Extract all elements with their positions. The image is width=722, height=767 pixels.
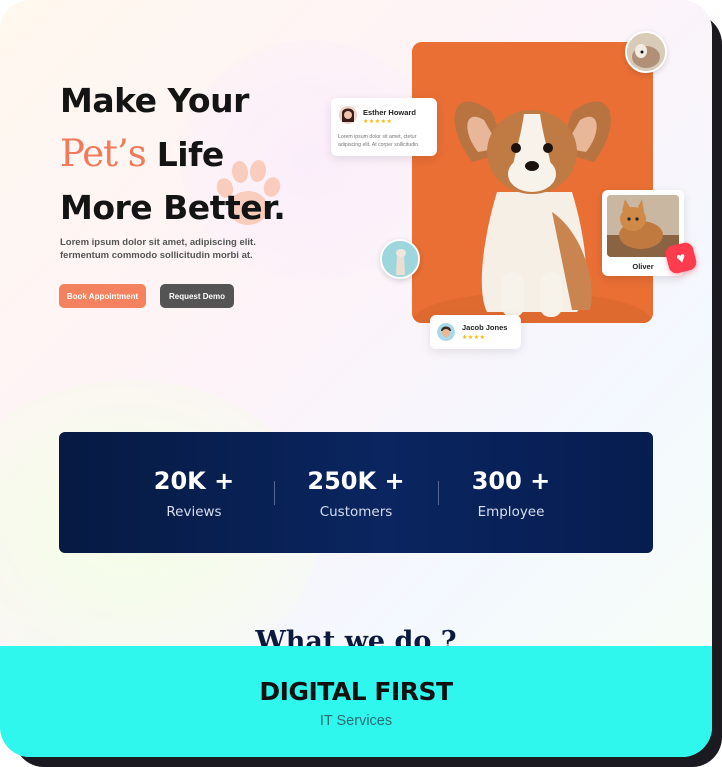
- review-card: Jacob Jones ★★★★: [430, 315, 521, 349]
- hero-title-line: Pet’s Life: [60, 127, 285, 181]
- book-appointment-button[interactable]: Book Appointment: [59, 284, 146, 308]
- stat-divider: [438, 481, 439, 505]
- llama-avatar: [380, 239, 420, 279]
- puppy-illustration: [412, 42, 653, 323]
- guinea-pig-avatar: [625, 31, 667, 73]
- hero-description: Lorem ipsum dolor sit amet, adipiscing e…: [60, 237, 256, 261]
- review-card: Esther Howard ★★★★★ Lorem ipsum dolor si…: [331, 98, 437, 156]
- review-text: Lorem ipsum dolor sit amet, ctetur adipi…: [338, 134, 420, 148]
- stat-reviews: 20K + Reviews: [134, 432, 254, 553]
- rating-stars: ★★★★★: [363, 119, 393, 125]
- banner-subtitle: IT Services: [319, 713, 393, 729]
- stat-value: 250K +: [307, 467, 405, 495]
- stat-label: Reviews: [166, 504, 222, 520]
- hero-title: Make Your Pet’s Life More Better.: [60, 74, 286, 234]
- stat-customers: 250K + Customers: [296, 432, 416, 553]
- hero-title-accent: Pet’s: [60, 132, 147, 175]
- stat-employee: 300 + Employee: [451, 432, 571, 553]
- stat-label: Customers: [319, 504, 393, 520]
- stat-label: Employee: [477, 504, 545, 520]
- brand-banner: DIGITAL FIRST IT Services: [0, 646, 712, 757]
- rating-stars: ★★★★: [462, 335, 486, 341]
- stats-banner: 20K + Reviews 250K + Customers 300 + Emp…: [59, 432, 653, 553]
- stat-value: 20K +: [153, 467, 235, 495]
- reviewer-avatar: [339, 106, 357, 124]
- hero-title-line: Make Your: [60, 81, 249, 120]
- banner-title: DIGITAL FIRST: [259, 677, 453, 706]
- hero-title-word: Life: [145, 135, 225, 174]
- stat-divider: [274, 481, 275, 505]
- reviewer-name: Esther Howard: [363, 108, 416, 117]
- request-demo-button[interactable]: Request Demo: [160, 284, 234, 308]
- reviewer-name: Jacob Jones: [462, 323, 508, 332]
- puppy-photo: [412, 42, 653, 323]
- website-preview-card: Make Your Pet’s Life More Better. Lorem …: [0, 0, 712, 757]
- reviewer-avatar: [437, 323, 455, 341]
- page-frame: Make Your Pet’s Life More Better. Lorem …: [0, 0, 722, 767]
- heart-icon[interactable]: ♥: [664, 241, 698, 275]
- stat-value: 300 +: [471, 467, 551, 495]
- hero-title-line: More Better.: [60, 188, 286, 227]
